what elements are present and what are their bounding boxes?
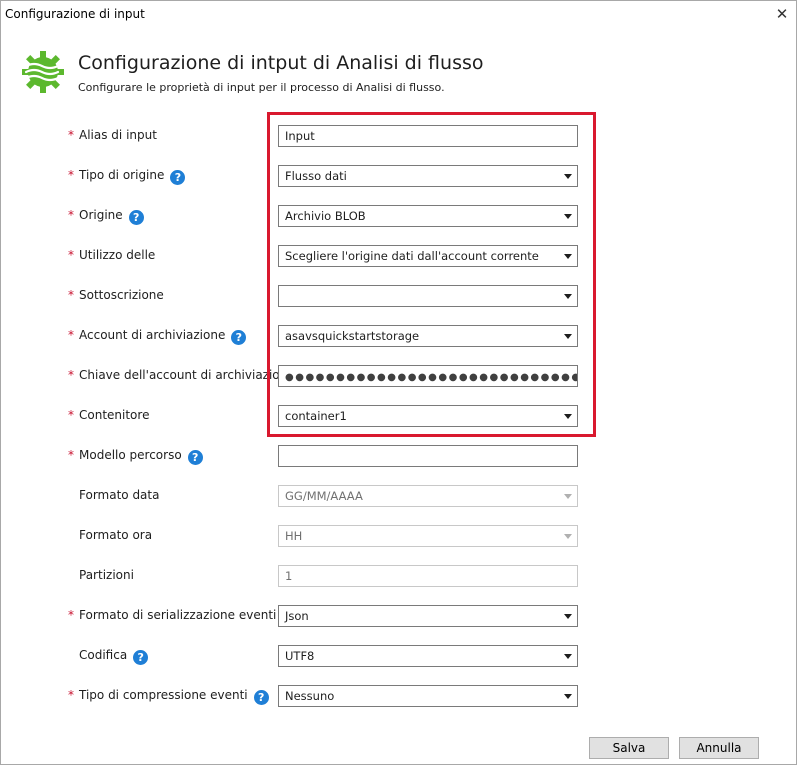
form-row-container: * Contenitore container1: [1, 405, 797, 427]
input-alias-label: Alias di input: [79, 128, 157, 142]
subscription-dropdown[interactable]: [278, 285, 578, 307]
source-dropdown[interactable]: Archivio BLOB: [278, 205, 578, 227]
required-marker: *: [68, 408, 74, 422]
dialog-window: Configurazione di input ✕ Configurazione…: [0, 0, 797, 765]
path-pattern-field[interactable]: [278, 445, 578, 467]
required-marker: *: [68, 608, 74, 622]
storage-key-field[interactable]: ●●●●●●●●●●●●●●●●●●●●●●●●●●●●●●●●●●●●●●●●…: [278, 365, 578, 387]
page-title: Configurazione di intput di Analisi di f…: [78, 52, 484, 74]
required-marker: *: [68, 288, 74, 302]
stream-analytics-logo-icon: [22, 51, 64, 93]
form-row-date-format: Formato data GG/MM/AAAA: [1, 485, 797, 507]
form-row-storage-key: * Chiave dell'account di archiviazione ●…: [1, 365, 797, 387]
chevron-down-icon: [557, 686, 577, 706]
form-row-compression-type: * Tipo di compressione eventi? Nessuno: [1, 685, 797, 707]
help-icon[interactable]: ?: [187, 450, 203, 465]
chevron-down-icon: [557, 286, 577, 306]
help-icon[interactable]: ?: [128, 210, 144, 225]
chevron-down-icon: [557, 526, 577, 546]
form-row-import-option: * Utilizzo delle Scegliere l'origine dat…: [1, 245, 797, 267]
required-marker: *: [68, 208, 74, 222]
help-icon[interactable]: ?: [133, 650, 149, 665]
container-label: Contenitore: [79, 408, 150, 422]
storage-account-label: Account di archiviazione?: [79, 328, 247, 345]
page-subtitle: Configurare le proprietà di input per il…: [78, 81, 445, 94]
form-row-input-alias: * Alias di input Input: [1, 125, 797, 147]
required-marker: *: [68, 328, 74, 342]
help-icon[interactable]: ?: [231, 330, 247, 345]
chevron-down-icon: [557, 646, 577, 666]
required-marker: *: [68, 688, 74, 702]
serialization-format-label: Formato di serializzazione eventi?: [79, 608, 298, 625]
encoding-label: Codifica?: [79, 648, 149, 665]
chevron-down-icon: [557, 246, 577, 266]
close-icon: ✕: [775, 5, 789, 23]
required-marker: *: [68, 368, 74, 382]
save-button[interactable]: Salva: [589, 737, 669, 759]
serialization-format-dropdown[interactable]: Json: [278, 605, 578, 627]
storage-account-dropdown[interactable]: asavsquickstartstorage: [278, 325, 578, 347]
storage-key-label: Chiave dell'account di archiviazione: [79, 368, 295, 382]
form-row-subscription: * Sottoscrizione: [1, 285, 797, 307]
time-format-label: Formato ora: [79, 528, 153, 542]
input-alias-field[interactable]: Input: [278, 125, 578, 147]
form-row-source-type: * Tipo di origine? Flusso dati: [1, 165, 797, 187]
time-format-dropdown[interactable]: HH: [278, 525, 578, 547]
required-marker: *: [68, 448, 74, 462]
form-row-source: * Origine? Archivio BLOB: [1, 205, 797, 227]
container-dropdown[interactable]: container1: [278, 405, 578, 427]
required-marker: *: [68, 128, 74, 142]
date-format-label: Formato data: [79, 488, 160, 502]
subscription-label: Sottoscrizione: [79, 288, 164, 302]
compression-type-label: Tipo di compressione eventi?: [79, 688, 269, 705]
required-marker: *: [68, 248, 74, 262]
cancel-button[interactable]: Annulla: [679, 737, 759, 759]
required-marker: *: [68, 168, 74, 182]
compression-type-dropdown[interactable]: Nessuno: [278, 685, 578, 707]
form-row-serialization-format: * Formato di serializzazione eventi? Jso…: [1, 605, 797, 627]
form-row-time-format: Formato ora HH: [1, 525, 797, 547]
source-type-dropdown[interactable]: Flusso dati: [278, 165, 578, 187]
highlight-box: [267, 112, 596, 437]
help-icon[interactable]: ?: [253, 690, 269, 705]
import-option-dropdown[interactable]: Scegliere l'origine dati dall'account co…: [278, 245, 578, 267]
import-option-label: Utilizzo delle: [79, 248, 156, 262]
form-row-path-pattern: * Modello percorso?: [1, 445, 797, 467]
close-button[interactable]: ✕: [771, 4, 793, 24]
chevron-down-icon: [557, 206, 577, 226]
chevron-down-icon: [557, 486, 577, 506]
chevron-down-icon: [557, 166, 577, 186]
chevron-down-icon: [557, 326, 577, 346]
date-format-dropdown[interactable]: GG/MM/AAAA: [278, 485, 578, 507]
chevron-down-icon: [557, 406, 577, 426]
source-label: Origine?: [79, 208, 144, 225]
form-row-encoding: Codifica? UTF8: [1, 645, 797, 667]
window-title: Configurazione di input: [5, 7, 145, 21]
help-icon[interactable]: ?: [170, 170, 186, 185]
chevron-down-icon: [557, 606, 577, 626]
source-type-label: Tipo di origine?: [79, 168, 186, 185]
partitions-label: Partizioni: [79, 568, 134, 582]
form-row-storage-account: * Account di archiviazione? asavsquickst…: [1, 325, 797, 347]
partitions-field[interactable]: 1: [278, 565, 578, 587]
form-row-partitions: Partizioni 1: [1, 565, 797, 587]
encoding-dropdown[interactable]: UTF8: [278, 645, 578, 667]
path-pattern-label: Modello percorso?: [79, 448, 203, 465]
